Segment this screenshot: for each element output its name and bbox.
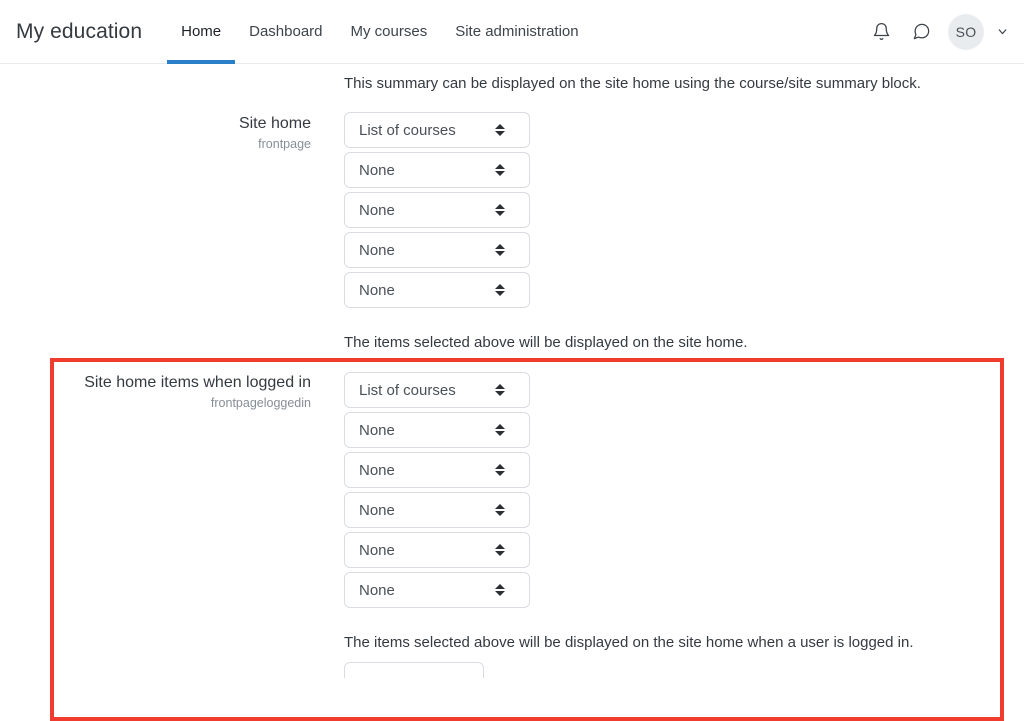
frontpage-select-4-value: None [359,241,395,259]
frontpageloggedin-select-4[interactable]: None [344,492,530,528]
site-navbar: My education Home Dashboard My courses S… [0,0,1024,64]
select-arrows-icon [493,164,507,176]
site-brand[interactable]: My education [16,20,142,44]
frontpageloggedin-select-5-value: None [359,541,395,559]
navbar-actions: SO [868,13,1010,50]
field-frontpage-label: Site home frontpage [41,114,311,153]
nav-tab-my-courses-label: My courses [350,23,428,40]
frontpage-select-1[interactable]: List of courses [344,112,530,148]
field-frontpage-shortname: frontpage [258,137,311,151]
frontpage-select-group: List of courses None None None None [344,112,530,312]
frontpageloggedin-select-6-value: None [359,581,395,599]
select-arrows-icon [493,464,507,476]
frontpageloggedin-select-6[interactable]: None [344,572,530,608]
frontpageloggedin-select-2-value: None [359,421,395,439]
select-arrows-icon [493,244,507,256]
frontpageloggedin-select-group: List of courses None None None None None [344,372,530,612]
avatar[interactable]: SO [948,13,984,50]
frontpageloggedin-select-5[interactable]: None [344,532,530,568]
frontpageloggedin-select-1-value: List of courses [359,381,456,399]
frontpage-select-5[interactable]: None [344,272,530,308]
select-arrows-icon [493,504,507,516]
frontpage-select-2-value: None [359,161,395,179]
frontpage-select-2[interactable]: None [344,152,530,188]
field-frontpageloggedin-label: Site home items when logged in frontpage… [41,373,311,412]
message-bubble-icon[interactable] [908,19,934,45]
nav-tab-dashboard-label: Dashboard [249,23,323,40]
frontpage-select-1-value: List of courses [359,121,456,139]
next-field-select-partial[interactable] [344,662,484,678]
field-frontpageloggedin-shortname: frontpageloggedin [210,396,311,410]
nav-tab-dashboard[interactable]: Dashboard [235,0,336,64]
frontpageloggedin-help-text: The items selected above will be display… [344,634,914,651]
select-arrows-icon [493,384,507,396]
frontpageloggedin-select-1[interactable]: List of courses [344,372,530,408]
chevron-down-icon[interactable] [994,24,1010,40]
settings-form: This summary can be displayed on the sit… [0,64,1024,721]
frontpageloggedin-select-3-value: None [359,461,395,479]
select-arrows-icon [493,544,507,556]
field-frontpageloggedin-title: Site home items when logged in [84,374,311,391]
primary-navigation: Home Dashboard My courses Site administr… [167,0,593,64]
frontpage-select-3[interactable]: None [344,192,530,228]
nav-tab-home[interactable]: Home [167,0,236,64]
avatar-initials: SO [955,23,977,40]
select-arrows-icon [493,284,507,296]
frontpage-select-3-value: None [359,201,395,219]
frontpage-select-4[interactable]: None [344,232,530,268]
frontpageloggedin-select-4-value: None [359,501,395,519]
field-frontpage-title: Site home [238,115,311,132]
select-arrows-icon [493,124,507,136]
summary-help-text: This summary can be displayed on the sit… [344,75,921,92]
nav-tab-site-administration[interactable]: Site administration [441,0,592,64]
select-arrows-icon [493,204,507,216]
nav-tab-home-label: Home [181,23,222,40]
nav-tab-my-courses[interactable]: My courses [337,0,442,64]
bell-icon[interactable] [868,19,894,45]
frontpage-select-5-value: None [359,281,395,299]
select-arrows-icon [493,424,507,436]
select-arrows-icon [493,584,507,596]
frontpageloggedin-select-3[interactable]: None [344,452,530,488]
frontpage-help-text: The items selected above will be display… [344,334,748,351]
frontpageloggedin-select-2[interactable]: None [344,412,530,448]
nav-tab-site-administration-label: Site administration [455,23,579,40]
